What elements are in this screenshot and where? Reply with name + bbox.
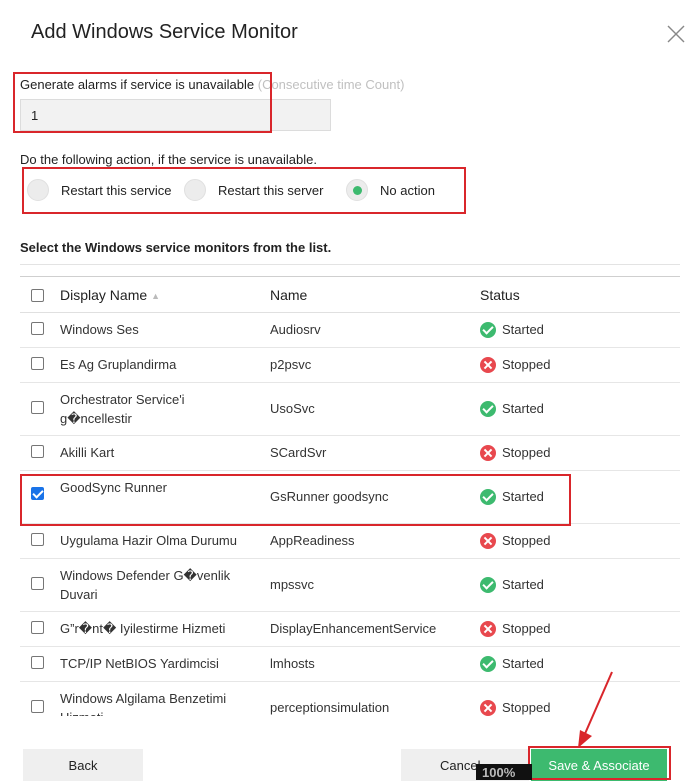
annotation-arrow <box>578 671 613 748</box>
table-row[interactable]: Windows Defender G�venlik Duvari mpssvc … <box>20 559 680 612</box>
status-cell: Stopped <box>480 443 550 462</box>
stopped-x-icon <box>480 699 496 716</box>
alarm-hint: (Consecutive time Count) <box>257 77 405 92</box>
row-checkbox[interactable] <box>31 577 44 590</box>
status-cell: Stopped <box>480 531 550 550</box>
radio-circle-selected[interactable] <box>346 179 368 201</box>
row-checkbox[interactable] <box>31 533 44 546</box>
sort-icon[interactable]: ▲ <box>151 287 160 306</box>
radio-label: Restart this server <box>218 182 324 198</box>
row-checkbox[interactable] <box>31 357 44 370</box>
started-check-icon <box>480 400 496 417</box>
status-text: Stopped <box>502 533 551 548</box>
service-name-cell: mpssvc <box>270 577 315 592</box>
table-row[interactable]: Akilli Kart SCardSvr Stopped <box>20 436 680 471</box>
display-name-cell: Es Ag Gruplandirma <box>60 357 177 372</box>
started-check-icon <box>480 488 496 505</box>
table-row[interactable]: G”r�nt� Iyilestirme Hizmeti DisplayEnhan… <box>20 612 680 647</box>
status-text: Started <box>502 489 544 504</box>
status-cell: Stopped <box>480 619 550 638</box>
status-cell: Started <box>480 399 544 418</box>
table-header: Display Name ▲ Name Status <box>20 276 680 313</box>
service-name-cell: UsoSvc <box>270 401 315 416</box>
status-text: Started <box>502 577 544 592</box>
display-name-cell: Uygulama Hazir Olma Durumu <box>60 533 237 548</box>
display-name-cell: Windows Ses <box>60 322 139 337</box>
zoom-indicator: 100% <box>476 764 532 780</box>
stopped-x-icon <box>480 356 496 373</box>
service-table[interactable]: Display Name ▲ Name Status Windows Ses Au… <box>20 276 680 716</box>
status-cell: Started <box>480 320 544 339</box>
status-text: Started <box>502 401 544 416</box>
service-name-cell: p2psvc <box>270 357 312 372</box>
status-cell: Started <box>480 575 544 594</box>
select-all-checkbox[interactable] <box>31 289 44 302</box>
status-text: Stopped <box>502 445 551 460</box>
row-checkbox[interactable] <box>31 621 44 634</box>
close-icon[interactable] <box>664 22 688 46</box>
stopped-x-icon <box>480 532 496 549</box>
list-heading: Select the Windows service monitors from… <box>20 240 332 255</box>
status-cell: Stopped <box>480 355 550 374</box>
radio-circle[interactable] <box>184 179 206 201</box>
status-text: Started <box>502 322 544 337</box>
status-text: Stopped <box>502 357 551 372</box>
divider <box>20 264 680 265</box>
consecutive-count-input[interactable] <box>20 99 331 131</box>
row-checkbox-checked[interactable] <box>31 487 44 500</box>
table-row[interactable]: GoodSync Runner GsRunner goodsync Starte… <box>20 471 680 524</box>
action-label: Do the following action, if the service … <box>20 152 317 167</box>
table-row[interactable]: Orchestrator Service'i g�ncellestir UsoS… <box>20 383 680 436</box>
started-check-icon <box>480 655 496 672</box>
row-checkbox[interactable] <box>31 445 44 458</box>
service-name-cell: AppReadiness <box>270 533 355 548</box>
display-name-cell: GoodSync Runner <box>60 480 167 495</box>
display-name-cell: TCP/IP NetBIOS Yardimcisi <box>60 656 219 671</box>
service-name-cell: lmhosts <box>270 656 315 671</box>
row-checkbox[interactable] <box>31 322 44 335</box>
service-name-cell: SCardSvr <box>270 445 327 460</box>
status-text: Stopped <box>502 621 551 636</box>
back-button[interactable]: Back <box>23 749 143 781</box>
status-cell: Stopped <box>480 698 550 716</box>
display-name-cell: Windows Algilama Benzetimi Hizmeti <box>60 691 227 716</box>
started-check-icon <box>480 321 496 338</box>
radio-restart-server[interactable]: Restart this server <box>184 179 323 201</box>
radio-no-action[interactable]: No action <box>346 179 435 201</box>
column-header-display-name[interactable]: Display Name ▲ <box>60 286 240 306</box>
radio-label: No action <box>380 182 435 198</box>
service-name-cell: GsRunner goodsync <box>270 489 389 504</box>
display-name-cell: G”r�nt� Iyilestirme Hizmeti <box>60 621 226 636</box>
status-text: Stopped <box>502 700 551 715</box>
service-name-cell: perceptionsimulation <box>270 700 390 715</box>
table-row[interactable]: Uygulama Hazir Olma Durumu AppReadiness … <box>20 524 680 559</box>
display-name-cell: Akilli Kart <box>60 445 115 460</box>
row-checkbox[interactable] <box>31 401 44 414</box>
row-checkbox[interactable] <box>31 656 44 669</box>
stopped-x-icon <box>480 444 496 461</box>
status-cell: Started <box>480 487 544 506</box>
stopped-x-icon <box>480 620 496 637</box>
table-row[interactable]: Windows Ses Audiosrv Started <box>20 313 680 348</box>
row-checkbox[interactable] <box>31 700 44 713</box>
column-header-status: Status <box>480 287 520 303</box>
dialog-title: Add Windows Service Monitor <box>31 21 298 43</box>
service-name-cell: DisplayEnhancementService <box>270 621 437 636</box>
alarm-label: Generate alarms if service is unavailabl… <box>20 77 404 92</box>
radio-circle[interactable] <box>27 179 49 201</box>
alarm-label-text: Generate alarms if service is unavailabl… <box>20 77 255 92</box>
table-row[interactable]: Es Ag Gruplandirma p2psvc Stopped <box>20 348 680 383</box>
radio-label: Restart this service <box>61 182 172 198</box>
display-name-cell: Orchestrator Service'i g�ncellestir <box>60 392 185 426</box>
radio-restart-service[interactable]: Restart this service <box>27 179 172 201</box>
column-header-name: Name <box>270 287 308 303</box>
display-name-label: Display Name <box>60 287 148 303</box>
service-name-cell: Audiosrv <box>270 322 321 337</box>
status-cell: Started <box>480 654 544 673</box>
display-name-cell: Windows Defender G�venlik Duvari <box>60 568 231 602</box>
status-text: Started <box>502 656 544 671</box>
started-check-icon <box>480 576 496 593</box>
